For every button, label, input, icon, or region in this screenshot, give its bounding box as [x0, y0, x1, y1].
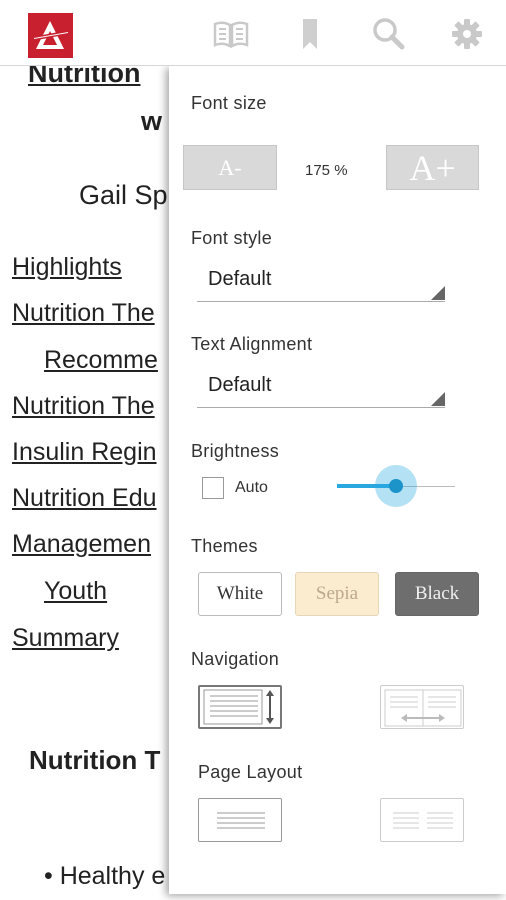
brightness-auto-label: Auto	[235, 479, 268, 496]
horizontal-page-icon	[384, 689, 462, 727]
book-icon[interactable]	[213, 16, 249, 52]
two-column-icon	[393, 812, 453, 829]
toc-link[interactable]: Nutrition The	[12, 299, 155, 328]
dropdown-arrow-icon	[431, 392, 445, 406]
text-alignment-value: Default	[208, 374, 272, 396]
text-alignment-select[interactable]: Default	[197, 368, 445, 408]
page-layout-label: Page Layout	[198, 762, 303, 782]
font-size-label: Font size	[191, 93, 267, 113]
doc-title-cont: w	[141, 106, 163, 136]
themes-label: Themes	[191, 536, 258, 556]
toc-link[interactable]: Nutrition The	[12, 392, 155, 421]
doc-author: Gail Sp	[79, 180, 168, 210]
brightness-auto-checkbox[interactable]	[202, 477, 224, 499]
font-style-label: Font style	[191, 228, 273, 248]
font-style-select[interactable]: Default	[197, 262, 445, 302]
toc-link[interactable]: Insulin Regin	[12, 438, 157, 467]
page-layout-single-option[interactable]	[198, 798, 282, 842]
doc-section-heading: Nutrition T	[29, 745, 161, 775]
bookmark-icon[interactable]	[292, 16, 328, 52]
app-logo[interactable]	[28, 13, 73, 58]
search-icon[interactable]	[370, 16, 406, 52]
page-layout-double-option[interactable]	[380, 798, 464, 842]
doc-bullet: • Healthy e	[44, 862, 166, 890]
dropdown-arrow-icon	[431, 286, 445, 300]
text-alignment-label: Text Alignment	[191, 334, 313, 354]
reader-settings-panel: Font size A- 175 % A+ Font style Default…	[169, 66, 506, 894]
gear-icon[interactable]	[449, 16, 485, 52]
theme-white-button[interactable]: White	[198, 572, 282, 616]
navigation-label: Navigation	[191, 649, 280, 669]
font-size-increase-button[interactable]: A+	[386, 145, 479, 190]
font-size-value: 175 %	[305, 162, 348, 179]
vertical-scroll-icon	[203, 689, 274, 725]
toc-link-highlights[interactable]: Highlights	[12, 253, 122, 282]
navigation-page-option[interactable]	[380, 685, 464, 729]
toc-link-summary[interactable]: Summary	[12, 624, 119, 653]
navigation-scroll-option[interactable]	[198, 685, 282, 729]
theme-black-button[interactable]: Black	[395, 572, 479, 616]
brightness-slider-thumb[interactable]	[389, 479, 403, 493]
theme-sepia-button[interactable]: Sepia	[295, 572, 379, 616]
top-toolbar	[0, 0, 506, 66]
toc-link[interactable]: Recomme	[44, 346, 158, 375]
font-size-decrease-button[interactable]: A-	[183, 145, 277, 190]
font-style-value: Default	[208, 268, 272, 290]
brightness-label: Brightness	[191, 441, 280, 461]
toc-link-youth[interactable]: Youth	[44, 577, 107, 606]
toc-link[interactable]: Nutrition Edu	[12, 484, 157, 513]
toc-link[interactable]: Managemen	[12, 530, 151, 559]
single-column-icon	[217, 812, 265, 829]
